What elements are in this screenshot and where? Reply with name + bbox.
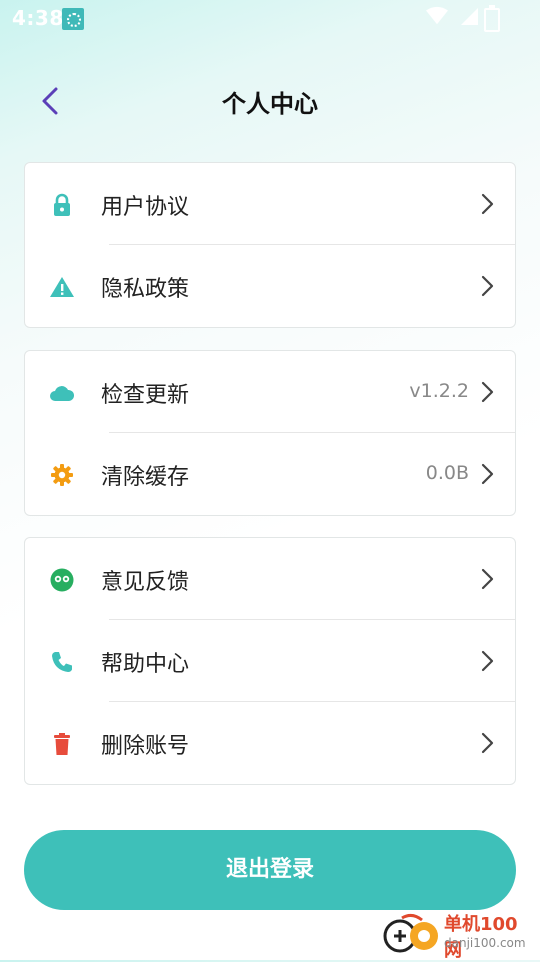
status-time: 4:38 (12, 6, 64, 30)
watermark: 单机100网 danji100.com (382, 906, 534, 961)
menu-item-label: 检查更新 (101, 383, 190, 408)
chevron-right-icon (481, 275, 494, 297)
system-icons (426, 6, 478, 26)
menu-item-label: 用户协议 (101, 195, 190, 220)
menu-item-user-agreement[interactable]: 用户协议 (25, 163, 515, 245)
gear-icon (51, 464, 73, 486)
wifi-icon (426, 6, 448, 25)
trash-icon (54, 733, 70, 755)
chevron-right-icon (481, 193, 494, 215)
settings-group-legal: 用户协议 隐私政策 (24, 162, 516, 328)
menu-item-label: 删除账号 (101, 734, 190, 759)
menu-item-clear-cache[interactable]: 清除缓存 0.0B (25, 433, 515, 515)
menu-item-privacy-policy[interactable]: 隐私政策 (25, 245, 515, 327)
watermark-url: danji100.com (444, 936, 526, 950)
page-title: 个人中心 (222, 90, 318, 118)
menu-item-label: 清除缓存 (101, 465, 190, 490)
version-value: v1.2.2 (409, 380, 469, 402)
battery-icon (484, 5, 500, 32)
logout-button[interactable]: 退出登录 (24, 830, 516, 910)
settings-group-app: 检查更新 v1.2.2 清除缓存 0.0B (24, 350, 516, 516)
menu-item-delete-account[interactable]: 删除账号 (25, 702, 515, 784)
menu-item-label: 隐私政策 (101, 277, 190, 302)
chevron-right-icon (481, 650, 494, 672)
settings-group-support: 意见反馈 帮助中心 删除账号 (24, 537, 516, 785)
status-bar: 4:38 (0, 0, 540, 36)
feedback-icon (50, 568, 74, 592)
menu-item-feedback[interactable]: 意见反馈 (25, 538, 515, 620)
app-notification-icon (62, 8, 84, 30)
menu-item-help-center[interactable]: 帮助中心 (25, 620, 515, 702)
menu-item-check-update[interactable]: 检查更新 v1.2.2 (25, 351, 515, 433)
header: 个人中心 (0, 70, 540, 134)
menu-item-label: 帮助中心 (101, 652, 190, 677)
chevron-right-icon (481, 568, 494, 590)
cache-size-value: 0.0B (425, 462, 469, 484)
chevron-right-icon (481, 381, 494, 403)
signal-icon (461, 8, 478, 25)
lock-icon (54, 193, 70, 216)
cloud-icon (50, 386, 75, 401)
watermark-logo (383, 913, 438, 953)
warning-icon (50, 277, 74, 297)
menu-item-label: 意见反馈 (101, 570, 190, 595)
chevron-right-icon (481, 732, 494, 754)
phone-icon (52, 652, 72, 672)
chevron-right-icon (481, 463, 494, 485)
